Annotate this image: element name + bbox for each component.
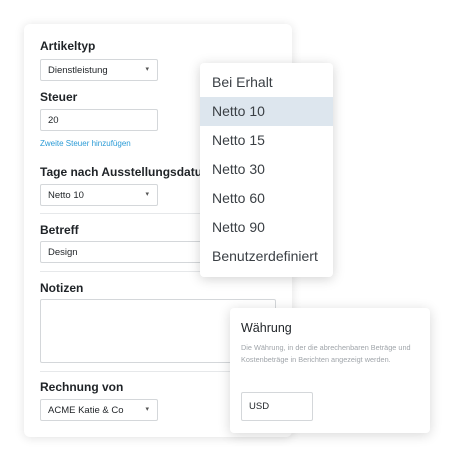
notizen-label: Notizen [40, 281, 84, 295]
option-netto-10[interactable]: Netto 10 [200, 97, 333, 126]
betreff-label: Betreff [40, 223, 79, 237]
chevron-down-icon: ▾ [145, 66, 149, 73]
waehrung-title: Währung [241, 321, 292, 335]
waehrung-input[interactable]: USD [241, 392, 313, 421]
chevron-down-icon: ▾ [145, 191, 149, 198]
steuer-input[interactable]: 20 [40, 109, 158, 131]
steuer-label: Steuer [40, 90, 78, 104]
option-netto-60[interactable]: Netto 60 [200, 184, 333, 213]
artikeltyp-label: Artikeltyp [40, 39, 96, 53]
waehrung-description: Die Währung, in der die abrechenbaren Be… [241, 343, 411, 364]
rechnung-value: ACME Katie & Co [48, 405, 124, 416]
zweite-steuer-link[interactable]: Zweite Steuer hinzufügen [40, 139, 131, 148]
rechnung-select[interactable]: ACME Katie & Co ▾ [40, 399, 158, 421]
waehrung-card: Währung Die Währung, in der die abrechen… [230, 308, 430, 433]
option-netto-15[interactable]: Netto 15 [200, 126, 333, 155]
tage-select[interactable]: Netto 10 ▾ [40, 184, 158, 206]
tage-dropdown-menu: Bei Erhalt Netto 10 Netto 15 Netto 30 Ne… [200, 63, 333, 277]
option-bei-erhalt[interactable]: Bei Erhalt [200, 68, 333, 97]
tage-label: Tage nach Ausstellungsdatum [40, 165, 213, 179]
option-netto-90[interactable]: Netto 90 [200, 213, 333, 242]
artikeltyp-value: Dienstleistung [48, 65, 108, 76]
option-netto-30[interactable]: Netto 30 [200, 155, 333, 184]
option-benutzerdefiniert[interactable]: Benutzerdefiniert [200, 242, 333, 271]
tage-value: Netto 10 [48, 190, 84, 201]
artikeltyp-select[interactable]: Dienstleistung ▾ [40, 59, 158, 81]
rechnung-label: Rechnung von [40, 380, 124, 394]
chevron-down-icon: ▾ [145, 406, 149, 413]
